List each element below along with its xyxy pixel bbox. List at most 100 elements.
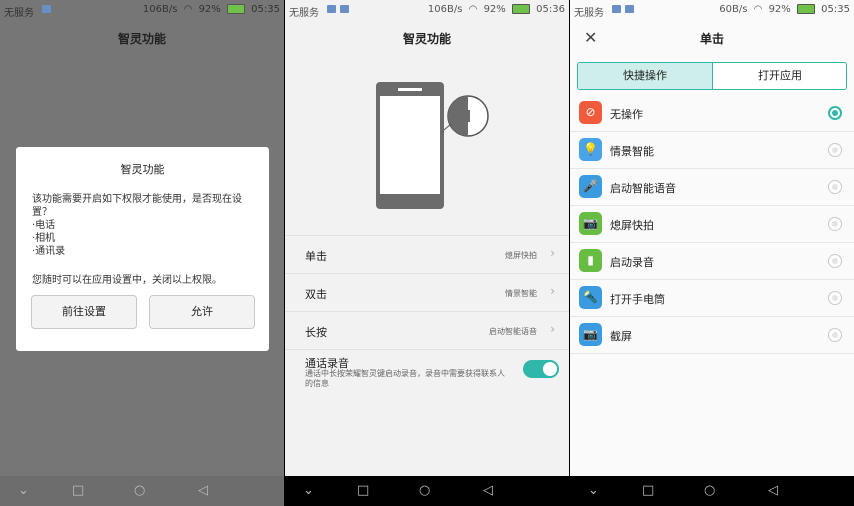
go-to-settings-button[interactable]: 前往设置: [31, 295, 137, 329]
phone-key-illustration: [285, 58, 569, 234]
net-speed: 106B/s: [142, 4, 178, 15]
back-icon[interactable]: ◁: [768, 483, 778, 498]
back-icon[interactable]: ◁: [483, 483, 493, 498]
radio-unselected[interactable]: [828, 217, 842, 231]
lightbulb-icon: 💡: [579, 138, 602, 161]
allow-button[interactable]: 允许: [149, 295, 255, 329]
radio-unselected[interactable]: [828, 180, 842, 194]
clock: 05:35: [251, 4, 280, 15]
navigation-bar: ⌄ □ ○ ◁: [0, 476, 284, 506]
net-speed: 106B/s: [427, 4, 463, 15]
radio-unselected[interactable]: [828, 254, 842, 268]
no-entry-icon: ⊘: [579, 101, 602, 124]
phone-illustration-icon: [376, 82, 489, 209]
battery-percent: 92%: [483, 4, 506, 15]
wifi-icon: ◠: [183, 4, 193, 15]
action-option[interactable]: 📷 截屏: [570, 317, 854, 354]
panel-permission-dialog: 无服务 106B/s ◠ 92% 05:35 智灵功能 智灵功能 该功能需要开启…: [0, 0, 284, 506]
panel-smart-key-settings: 无服务 106B/s ◠ 92% 05:36 智灵功能 单击 熄屏快拍 › 双击: [285, 0, 569, 506]
option-label: 启动智能语音: [610, 182, 676, 195]
clock: 05:36: [536, 4, 565, 15]
row-label: 长按: [305, 326, 327, 339]
option-label: 熄屏快拍: [610, 219, 654, 232]
page-title: 单击: [699, 32, 724, 46]
row-value: 情景智能: [505, 289, 537, 298]
camera-icon: 📷: [579, 212, 602, 235]
sim-icon: [612, 5, 621, 13]
action-option[interactable]: ▮ 启动录音: [570, 243, 854, 280]
action-option[interactable]: 🔦 打开手电筒: [570, 280, 854, 317]
screenshot-icon: 📷: [579, 323, 602, 346]
collapse-icon[interactable]: ⌄: [588, 483, 599, 498]
carrier-text: 无服务: [574, 8, 604, 19]
dialog-message: 该功能需要开启如下权限才能使用，是否现在设置？ ·电话 ·相机 ·通讯录: [32, 193, 256, 258]
option-label: 无操作: [610, 108, 643, 121]
radio-unselected[interactable]: [828, 143, 842, 157]
settings-row-long-press[interactable]: 长按 启动智能语音 ›: [285, 311, 569, 349]
collapse-icon[interactable]: ⌄: [18, 483, 29, 498]
recents-icon[interactable]: □: [357, 483, 369, 498]
permission-item-camera: ·相机: [32, 233, 56, 244]
tab-quick-actions[interactable]: 快捷操作: [578, 63, 713, 89]
flashlight-icon: 🔦: [579, 286, 602, 309]
chevron-right-icon: ›: [550, 246, 555, 260]
notification-icon: [625, 5, 634, 13]
radio-unselected[interactable]: [828, 291, 842, 305]
toggle-knob: [543, 362, 557, 376]
action-option[interactable]: 💡 情景智能: [570, 132, 854, 169]
carrier-text: 无服务: [289, 8, 319, 19]
carrier-text: 无服务: [4, 8, 34, 19]
home-icon[interactable]: ○: [704, 483, 715, 498]
dialog-message-line: 该功能需要开启如下权限才能使用，是否现在设置？: [32, 194, 242, 218]
status-bar: 无服务 106B/s ◠ 92% 05:35: [0, 0, 284, 20]
home-icon[interactable]: ○: [134, 483, 145, 498]
battery-icon: [796, 4, 815, 14]
wifi-icon: ◠: [468, 4, 478, 15]
tab-bar: 快捷操作 打开应用: [577, 62, 847, 90]
page-title: 智灵功能: [402, 32, 451, 46]
settings-row-single-press[interactable]: 单击 熄屏快拍 ›: [285, 235, 569, 273]
chevron-right-icon: ›: [550, 322, 555, 336]
option-label: 情景智能: [610, 145, 654, 158]
panel-single-press-options: 无服务 60B/s ◠ 92% 05:35 ✕ 单击 快捷操作 打开应用 ⊘ 无操…: [570, 0, 854, 506]
permission-item-phone: ·电话: [32, 220, 56, 231]
back-icon[interactable]: ◁: [198, 483, 208, 498]
home-icon[interactable]: ○: [419, 483, 430, 498]
tab-open-app[interactable]: 打开应用: [713, 63, 846, 89]
battery-percent: 92%: [768, 4, 791, 15]
settings-row-double-press[interactable]: 双击 情景智能 ›: [285, 273, 569, 311]
battery-percent: 92%: [198, 4, 221, 15]
action-option[interactable]: ⊘ 无操作: [570, 95, 854, 132]
call-recording-toggle[interactable]: [523, 360, 559, 378]
microphone-icon: 🎤: [579, 175, 602, 198]
page-title: 智灵功能: [117, 32, 166, 46]
option-label: 打开手电筒: [610, 293, 665, 306]
row-description: 通话中长按荣耀智灵键启动录音，录音中需要获得联系人的信息: [305, 369, 505, 388]
action-option[interactable]: 📷 熄屏快拍: [570, 206, 854, 243]
navigation-bar: ⌄ □ ○ ◁: [285, 476, 569, 506]
battery-icon: [511, 4, 530, 14]
sim-icon: [42, 5, 51, 13]
settings-row-call-recording: 通话录音 通话中长按荣耀智灵键启动录音，录音中需要获得联系人的信息: [285, 349, 569, 390]
net-speed: 60B/s: [719, 4, 748, 15]
row-value: 启动智能语音: [489, 327, 537, 336]
radio-selected[interactable]: [828, 106, 842, 120]
collapse-icon[interactable]: ⌄: [303, 483, 314, 498]
dialog-note: 您随时可以在应用设置中，关闭以上权限。: [32, 275, 222, 286]
dialog-title: 智灵功能: [120, 163, 165, 176]
clock: 05:35: [821, 4, 850, 15]
status-bar: 无服务 60B/s ◠ 92% 05:35: [570, 0, 854, 20]
action-options-list: ⊘ 无操作 💡 情景智能 🎤 启动智能语音 📷 熄屏快拍 ▮ 启动录音 🔦 打开手电筒 📷 截屏: [570, 95, 854, 354]
recents-icon[interactable]: □: [72, 483, 84, 498]
row-label: 单击: [305, 250, 327, 263]
action-option[interactable]: 🎤 启动智能语音: [570, 169, 854, 206]
settings-list: 单击 熄屏快拍 › 双击 情景智能 › 长按 启动智能语音 › 通话录音 通话中…: [285, 235, 569, 390]
row-label: 双击: [305, 288, 327, 301]
battery-icon: [226, 4, 245, 14]
recents-icon[interactable]: □: [642, 483, 654, 498]
sim-icon: [327, 5, 336, 13]
radio-unselected[interactable]: [828, 328, 842, 342]
navigation-bar: ⌄ □ ○ ◁: [570, 476, 854, 506]
status-bar: 无服务 106B/s ◠ 92% 05:36: [285, 0, 569, 20]
chevron-right-icon: ›: [550, 284, 555, 298]
